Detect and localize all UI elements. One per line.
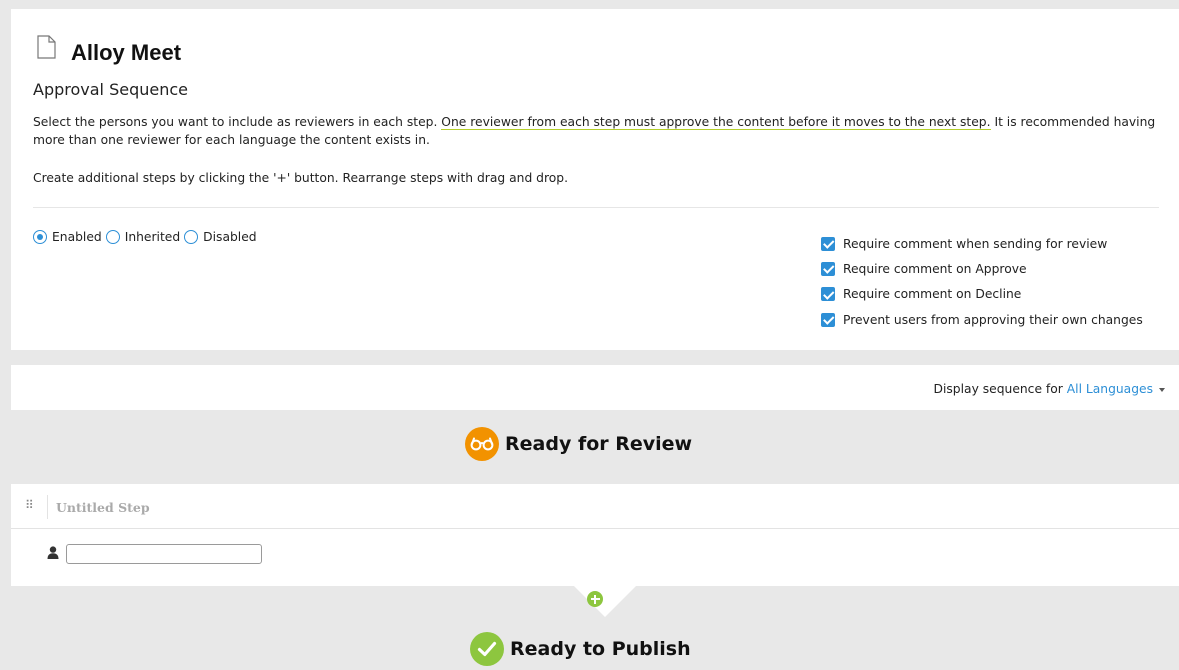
step-name[interactable]: Untitled Step: [56, 500, 150, 515]
checkbox-indicator: [821, 287, 835, 302]
reviewer-input[interactable]: [66, 544, 262, 564]
status-radio-group: Enabled Inherited Disabled: [33, 230, 261, 244]
step-connector: [573, 585, 637, 617]
approval-step: ⠿ Untitled Step: [11, 484, 1179, 586]
radio-enabled[interactable]: Enabled: [33, 230, 102, 244]
radio-indicator: [33, 230, 47, 244]
drag-handle-icon[interactable]: ⠿: [25, 498, 34, 512]
language-bar: Display sequence for All Languages: [11, 365, 1179, 410]
stage-ready-to-publish: Ready to Publish: [470, 632, 691, 666]
page-title: Alloy Meet: [71, 40, 182, 65]
checkbox-indicator: [821, 312, 835, 327]
description: Select the persons you want to include a…: [33, 115, 1156, 147]
highlighted-rule: One reviewer from each step must approve…: [441, 115, 991, 130]
checkbox-require-comment-approve[interactable]: Require comment on Approve: [821, 256, 1143, 281]
radio-inherited[interactable]: Inherited: [105, 230, 180, 244]
user-icon: [47, 546, 59, 559]
description-instructions: Create additional steps by clicking the …: [33, 171, 568, 185]
step-header: ⠿ Untitled Step: [11, 484, 1179, 529]
radio-indicator: [105, 230, 120, 244]
radio-disabled[interactable]: Disabled: [184, 230, 257, 244]
checkbox-indicator: [821, 236, 835, 251]
divider: [33, 207, 1159, 208]
caret-down-icon: [1159, 387, 1165, 392]
language-dropdown[interactable]: All Languages: [1067, 382, 1165, 396]
checkbox-prevent-self-approval[interactable]: Prevent users from approving their own c…: [821, 307, 1143, 332]
checkbox-require-comment-decline[interactable]: Require comment on Decline: [821, 282, 1143, 307]
checkbox-indicator: [821, 261, 835, 276]
document-icon: [37, 35, 56, 59]
checkbox-require-comment-review[interactable]: Require comment when sending for review: [821, 231, 1143, 256]
section-title: Approval Sequence: [33, 80, 188, 99]
glasses-icon: [465, 427, 499, 461]
checkmark-icon: [470, 632, 504, 666]
radio-indicator: [184, 230, 199, 244]
approval-settings-panel: Alloy Meet Approval Sequence Select the …: [11, 9, 1179, 350]
add-step-button[interactable]: [587, 591, 603, 607]
options-checkbox-group: Require comment when sending for review …: [821, 231, 1143, 332]
language-selector-row: Display sequence for All Languages: [934, 382, 1165, 396]
stage-ready-for-review: Ready for Review: [465, 427, 692, 461]
